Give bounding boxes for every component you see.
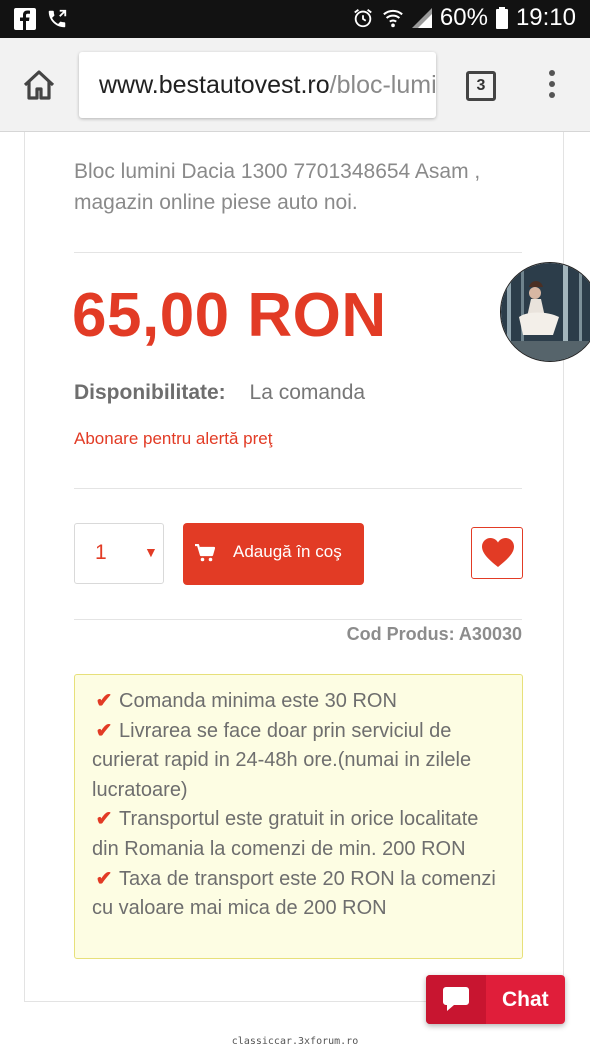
url-domain: www.bestautovest.ro [99, 71, 330, 99]
alarm-icon [354, 9, 372, 28]
chat-icon [443, 987, 469, 1011]
availability: Disponibilitate: La comanda [74, 381, 365, 405]
add-to-cart-button[interactable]: Adaugă în coş [183, 523, 364, 585]
divider [74, 619, 522, 620]
home-button[interactable] [22, 68, 56, 102]
notice-item: ✔ Comanda minima este 30 RON [92, 687, 505, 717]
status-bar: 60% 19:10 [0, 0, 590, 38]
cart-icon [195, 544, 215, 562]
forum-watermark: classiccar.3xforum.ro [0, 1034, 590, 1049]
signal-icon [411, 8, 432, 28]
tab-switcher-button[interactable]: 3 [466, 71, 496, 101]
browser-toolbar: www.bestautovest.ro/bloc-lumini 3 [0, 38, 590, 132]
battery-percent: 60% [439, 4, 488, 31]
phone-icon [48, 9, 67, 28]
price-alert-link[interactable]: Abonare pentru alertă preţ [74, 429, 272, 449]
clock: 19:10 [515, 4, 576, 31]
chat-label: Chat [502, 988, 549, 1011]
divider [74, 488, 522, 489]
chat-button[interactable]: Chat [426, 975, 565, 1024]
check-icon: ✔ [95, 867, 113, 890]
check-icon: ✔ [95, 808, 113, 831]
notice-item: ✔ Livrarea se face doar prin serviciul de… [92, 717, 505, 806]
home-icon [23, 70, 55, 100]
check-icon: ✔ [95, 690, 113, 712]
availability-label: Disponibilitate: [74, 381, 226, 404]
quantity-value: 1 [95, 541, 107, 564]
wishlist-button[interactable] [471, 527, 523, 579]
overflow-menu-button[interactable] [540, 70, 564, 102]
wifi-icon [383, 9, 403, 28]
chat-bubble [426, 975, 486, 1024]
notice-item: ✔ Taxa de transport este 20 RON la comenz… [92, 865, 505, 924]
url-bar[interactable]: www.bestautovest.ro/bloc-lumini [79, 52, 436, 118]
product-price: 65,00 RON [72, 281, 387, 350]
availability-value: La comanda [249, 381, 366, 404]
product-code: Cod Produs: A30030 [346, 624, 522, 644]
battery-icon [495, 7, 508, 29]
heart-icon [482, 538, 514, 567]
facebook-icon [14, 8, 36, 30]
quantity-select[interactable]: 1 ▼ [74, 523, 164, 584]
add-to-cart-label: Adaugă în coş [233, 542, 342, 561]
shipping-notice: ✔ Comanda minima este 30 RON ✔ Livrarea se… [74, 674, 523, 959]
product-description: Bloc lumini Dacia 1300 7701348654 Asam ,… [74, 160, 481, 214]
divider [74, 252, 522, 253]
check-icon: ✔ [95, 719, 113, 742]
chat-head-avatar[interactable] [500, 262, 590, 362]
notice-item: ✔ Transportul este gratuit in orice local… [92, 805, 505, 864]
url-path: /bloc-lumini [329, 71, 436, 99]
caret-down-icon: ▼ [144, 544, 158, 560]
